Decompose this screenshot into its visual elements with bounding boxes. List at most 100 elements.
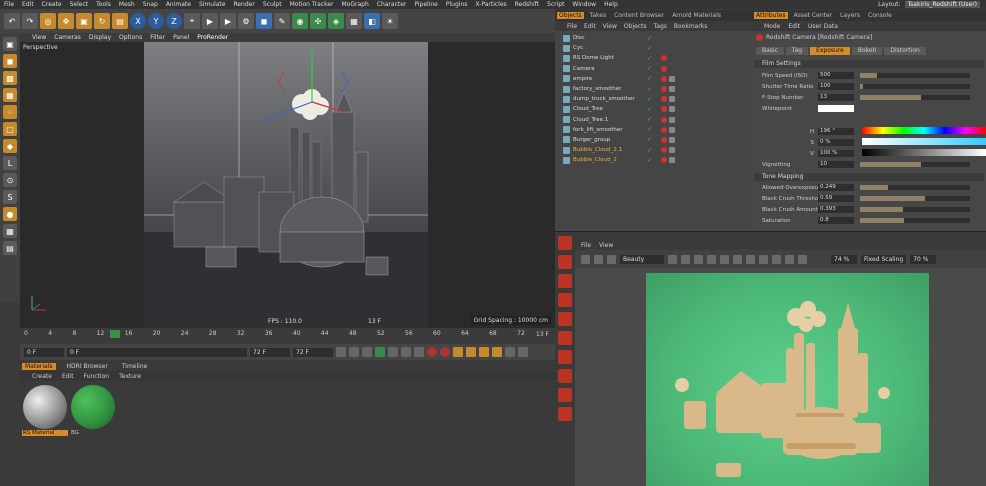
- visibility-check-icon[interactable]: ✓: [647, 35, 652, 42]
- prop-slider[interactable]: [860, 73, 970, 78]
- scale-key-icon[interactable]: [479, 347, 489, 357]
- object-name[interactable]: RS Dome Light: [573, 55, 614, 61]
- material-tag-icon[interactable]: [661, 106, 667, 113]
- object-name[interactable]: empire: [573, 76, 592, 82]
- object-name[interactable]: Cloud_Tree.1: [573, 117, 608, 123]
- vignetting-value[interactable]: 10: [818, 161, 854, 168]
- value-gradient[interactable]: [862, 149, 986, 156]
- cube-icon[interactable]: ◼: [256, 13, 272, 29]
- viewport[interactable]: Perspective FPS : 110.0 13 F Grid Spacin…: [20, 42, 555, 328]
- material-tag-icon[interactable]: [661, 75, 667, 82]
- max-frame-field[interactable]: 72 F: [250, 347, 290, 357]
- prop-slider[interactable]: [860, 196, 970, 201]
- menu-item-mesh[interactable]: Mesh: [119, 1, 135, 8]
- material-tag-icon[interactable]: [661, 116, 667, 123]
- recent-tools-icon[interactable]: ▤: [112, 13, 128, 29]
- material-menu-function[interactable]: Function: [84, 373, 110, 380]
- object-menu-tags[interactable]: Tags: [654, 23, 667, 30]
- material-menu-edit[interactable]: Edit: [62, 373, 74, 380]
- render-menu-view[interactable]: View: [599, 242, 613, 249]
- phong-tag-icon[interactable]: [669, 147, 675, 154]
- menu-item-render[interactable]: Render: [233, 1, 254, 8]
- autokey-icon[interactable]: [440, 347, 450, 357]
- prop-value[interactable]: 0.249: [818, 184, 854, 191]
- keyframe-selection-icon[interactable]: [453, 347, 463, 357]
- texture-mode-icon[interactable]: ▩: [3, 71, 17, 85]
- camera-select-icon[interactable]: [798, 254, 807, 264]
- next-key-icon[interactable]: [401, 347, 411, 357]
- material-tag-icon[interactable]: [661, 147, 667, 154]
- object-name[interactable]: factory_smoother: [573, 86, 621, 92]
- prop-value[interactable]: 13: [818, 94, 854, 101]
- attr-menu-user-data[interactable]: User Data: [808, 23, 838, 30]
- prop-slider[interactable]: [860, 95, 970, 100]
- visibility-check-icon[interactable]: ✓: [647, 136, 652, 143]
- tab-asset-center[interactable]: Asset Center: [792, 12, 835, 19]
- menu-item-pipeline[interactable]: Pipeline: [414, 1, 437, 8]
- object-name[interactable]: Bubble_Cloud_2: [573, 157, 617, 163]
- export-icon[interactable]: [558, 407, 572, 421]
- settings-icon[interactable]: [772, 254, 781, 264]
- snap-icon[interactable]: S: [3, 190, 17, 204]
- material-bg[interactable]: BG: [70, 384, 116, 439]
- material-tag-icon[interactable]: [661, 157, 667, 164]
- menu-item-plugins[interactable]: Plugins: [446, 1, 468, 8]
- exposure-icon[interactable]: [759, 254, 768, 264]
- prop-slider[interactable]: [860, 207, 970, 212]
- material-rs-material[interactable]: RS Material: [22, 384, 68, 439]
- view-toggle-icon[interactable]: [668, 254, 677, 264]
- scale-icon[interactable]: ▣: [76, 13, 92, 29]
- render-pause-icon[interactable]: [607, 254, 616, 264]
- phong-tag-icon[interactable]: [669, 106, 675, 113]
- zoom-field[interactable]: 74 %: [831, 254, 857, 264]
- phong-tag-icon[interactable]: [669, 126, 675, 133]
- layout-selector[interactable]: Layout: Tsakiris_Redshift (User): [878, 1, 980, 8]
- axis-mode-icon[interactable]: L: [3, 156, 17, 170]
- polygons-mode-icon[interactable]: ◆: [3, 139, 17, 153]
- menu-item-window[interactable]: Window: [572, 1, 596, 8]
- record-icon[interactable]: [427, 347, 437, 357]
- timeline-menu-icon[interactable]: [518, 347, 528, 357]
- min-frame-field[interactable]: 0 F: [67, 347, 247, 357]
- prop-slider[interactable]: [860, 185, 970, 190]
- object-menu-file[interactable]: File: [567, 23, 577, 30]
- tab-timeline[interactable]: Timeline: [119, 363, 151, 370]
- material-tag-icon[interactable]: [661, 65, 667, 72]
- visibility-check-icon[interactable]: ✓: [647, 45, 652, 52]
- object-name[interactable]: Cloud_Tree: [573, 106, 603, 112]
- render-settings-icon[interactable]: [558, 312, 572, 326]
- menu-item-help[interactable]: Help: [604, 1, 618, 8]
- pen-icon[interactable]: ✎: [274, 13, 290, 29]
- phong-tag-icon[interactable]: [669, 136, 675, 143]
- visibility-check-icon[interactable]: ✓: [647, 157, 652, 164]
- crop-icon[interactable]: [681, 254, 690, 264]
- object-name[interactable]: Burger_group: [573, 137, 610, 143]
- undo-icon[interactable]: ↶: [4, 13, 20, 29]
- x-axis-icon[interactable]: X: [130, 13, 146, 29]
- prop-value[interactable]: 100: [818, 83, 854, 90]
- visibility-check-icon[interactable]: ✓: [647, 106, 652, 113]
- grid-icon[interactable]: ▦: [3, 224, 17, 238]
- hsv-v-value[interactable]: 100 %: [818, 150, 854, 157]
- menu-item-mograph[interactable]: MoGraph: [342, 1, 369, 8]
- snapshot-icon[interactable]: [558, 331, 572, 345]
- previous-key-icon[interactable]: [349, 347, 359, 357]
- scaling-dropdown[interactable]: Fixed Scaling: [861, 254, 907, 264]
- render-camera-icon[interactable]: [558, 274, 572, 288]
- prop-value[interactable]: 0.393: [818, 206, 854, 213]
- object-menu-view[interactable]: View: [603, 23, 617, 30]
- object-menu-edit[interactable]: Edit: [584, 23, 596, 30]
- saturation-gradient[interactable]: [862, 138, 986, 145]
- hue-gradient[interactable]: [862, 127, 986, 134]
- edit-render-settings-icon[interactable]: ⚙: [238, 13, 254, 29]
- menu-item-character[interactable]: Character: [377, 1, 407, 8]
- stop-icon[interactable]: [558, 293, 572, 307]
- visibility-check-icon[interactable]: ✓: [647, 147, 652, 154]
- visibility-check-icon[interactable]: ✓: [647, 116, 652, 123]
- menu-item-edit[interactable]: Edit: [22, 1, 34, 8]
- viewport-menu-display[interactable]: Display: [89, 34, 111, 41]
- rotation-key-icon[interactable]: [492, 347, 502, 357]
- model-mode-icon[interactable]: ◼: [3, 54, 17, 68]
- coordinate-system-icon[interactable]: ⌖: [184, 13, 200, 29]
- rotate-icon[interactable]: ↻: [94, 13, 110, 29]
